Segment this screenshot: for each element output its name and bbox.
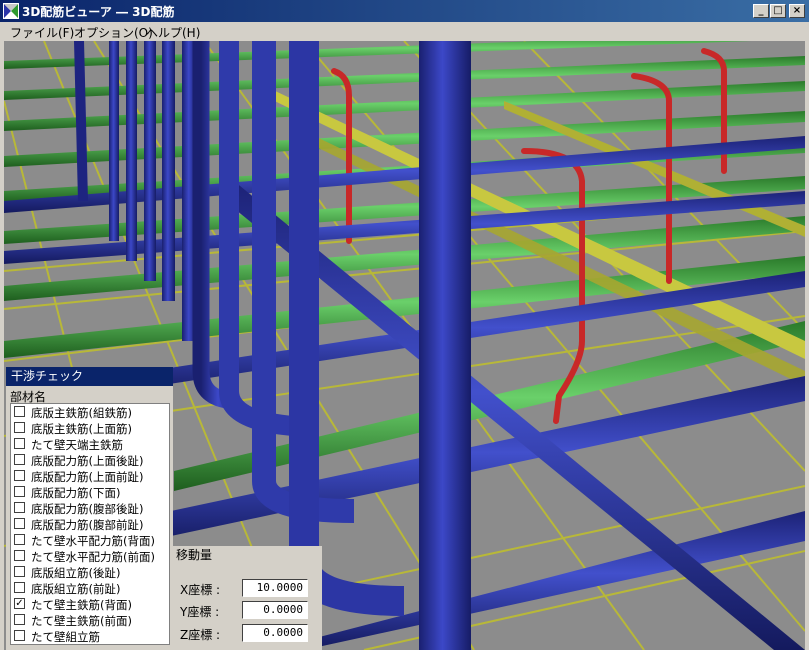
checkbox[interactable] <box>14 518 25 529</box>
list-item[interactable]: 底版組立筋(後趾) <box>11 564 169 580</box>
list-item[interactable]: 底版配力筋(下面) <box>11 484 169 500</box>
app-icon <box>3 3 19 19</box>
x-coordinate-input[interactable]: 10.0000 <box>242 579 308 597</box>
list-item[interactable]: たて壁水平配力筋(背面) <box>11 532 169 548</box>
list-item[interactable]: たて壁水平配力筋(前面) <box>11 548 169 564</box>
z-coordinate-label: Z座標 : <box>180 628 221 642</box>
list-item[interactable]: 底版主鉄筋(上面筋) <box>11 420 169 436</box>
checkbox-checked[interactable]: ✓ <box>14 598 25 609</box>
y-coordinate-label: Y座標 : <box>180 605 220 619</box>
checkbox[interactable] <box>14 486 25 497</box>
window-title: 3D配筋ビューア ― 3D配筋 <box>22 5 175 19</box>
move-amount-panel: 移動量 X座標 : 10.0000 Y座標 : 0.0000 Z座標 : 0.0… <box>172 546 322 650</box>
list-item[interactable]: たて壁天端主鉄筋 <box>11 436 169 452</box>
y-coordinate-input[interactable]: 0.0000 <box>242 601 308 619</box>
title-bar: 3D配筋ビューア ― 3D配筋 _ □ × <box>0 0 809 22</box>
interference-panel-title: 干渉チェック <box>6 367 173 386</box>
close-button[interactable]: × <box>789 4 805 18</box>
list-item[interactable]: 底版配力筋(腹部前趾) <box>11 516 169 532</box>
checkbox[interactable] <box>14 550 25 561</box>
list-item[interactable]: 底版主鉄筋(組鉄筋) <box>11 404 169 420</box>
list-item[interactable]: 底版配力筋(上面前趾) <box>11 468 169 484</box>
checkbox[interactable] <box>14 614 25 625</box>
menu-bar: ファイル(F) オプション(O) ヘルプ(H) <box>0 22 809 41</box>
checkbox[interactable] <box>14 534 25 545</box>
maximize-button[interactable]: □ <box>770 4 786 18</box>
list-item[interactable]: たて壁組立筋 <box>11 628 169 644</box>
list-item[interactable]: 底版組立筋(前趾) <box>11 580 169 596</box>
checkbox[interactable] <box>14 406 25 417</box>
list-item[interactable]: 底版配力筋(上面後趾) <box>11 452 169 468</box>
checkbox[interactable] <box>14 454 25 465</box>
x-coordinate-label: X座標 : <box>180 583 221 597</box>
member-list[interactable]: 底版主鉄筋(組鉄筋) 底版主鉄筋(上面筋) たて壁天端主鉄筋 底版配力筋(上面後… <box>10 403 170 645</box>
list-item[interactable]: たて壁主鉄筋(前面) <box>11 612 169 628</box>
checkbox[interactable] <box>14 582 25 593</box>
minimize-button[interactable]: _ <box>753 4 769 18</box>
3d-viewport[interactable]: 干渉チェック 部材名 底版主鉄筋(組鉄筋) 底版主鉄筋(上面筋) たて壁天端主鉄… <box>4 41 805 650</box>
menu-file[interactable]: ファイル(F) <box>10 24 74 41</box>
move-panel-title: 移動量 <box>176 548 213 562</box>
interference-check-panel: 干渉チェック 部材名 底版主鉄筋(組鉄筋) 底版主鉄筋(上面筋) たて壁天端主鉄… <box>6 367 173 650</box>
checkbox[interactable] <box>14 566 25 577</box>
checkbox[interactable] <box>14 630 25 641</box>
checkbox[interactable] <box>14 422 25 433</box>
list-item[interactable]: 底版配力筋(腹部後趾) <box>11 500 169 516</box>
list-item[interactable]: ✓ たて壁主鉄筋(背面) <box>11 596 169 612</box>
menu-help[interactable]: ヘルプ(H) <box>146 24 200 41</box>
checkbox[interactable] <box>14 470 25 481</box>
z-coordinate-input[interactable]: 0.0000 <box>242 624 308 642</box>
menu-options[interactable]: オプション(O) <box>74 24 153 41</box>
checkbox[interactable] <box>14 502 25 513</box>
checkbox[interactable] <box>14 438 25 449</box>
